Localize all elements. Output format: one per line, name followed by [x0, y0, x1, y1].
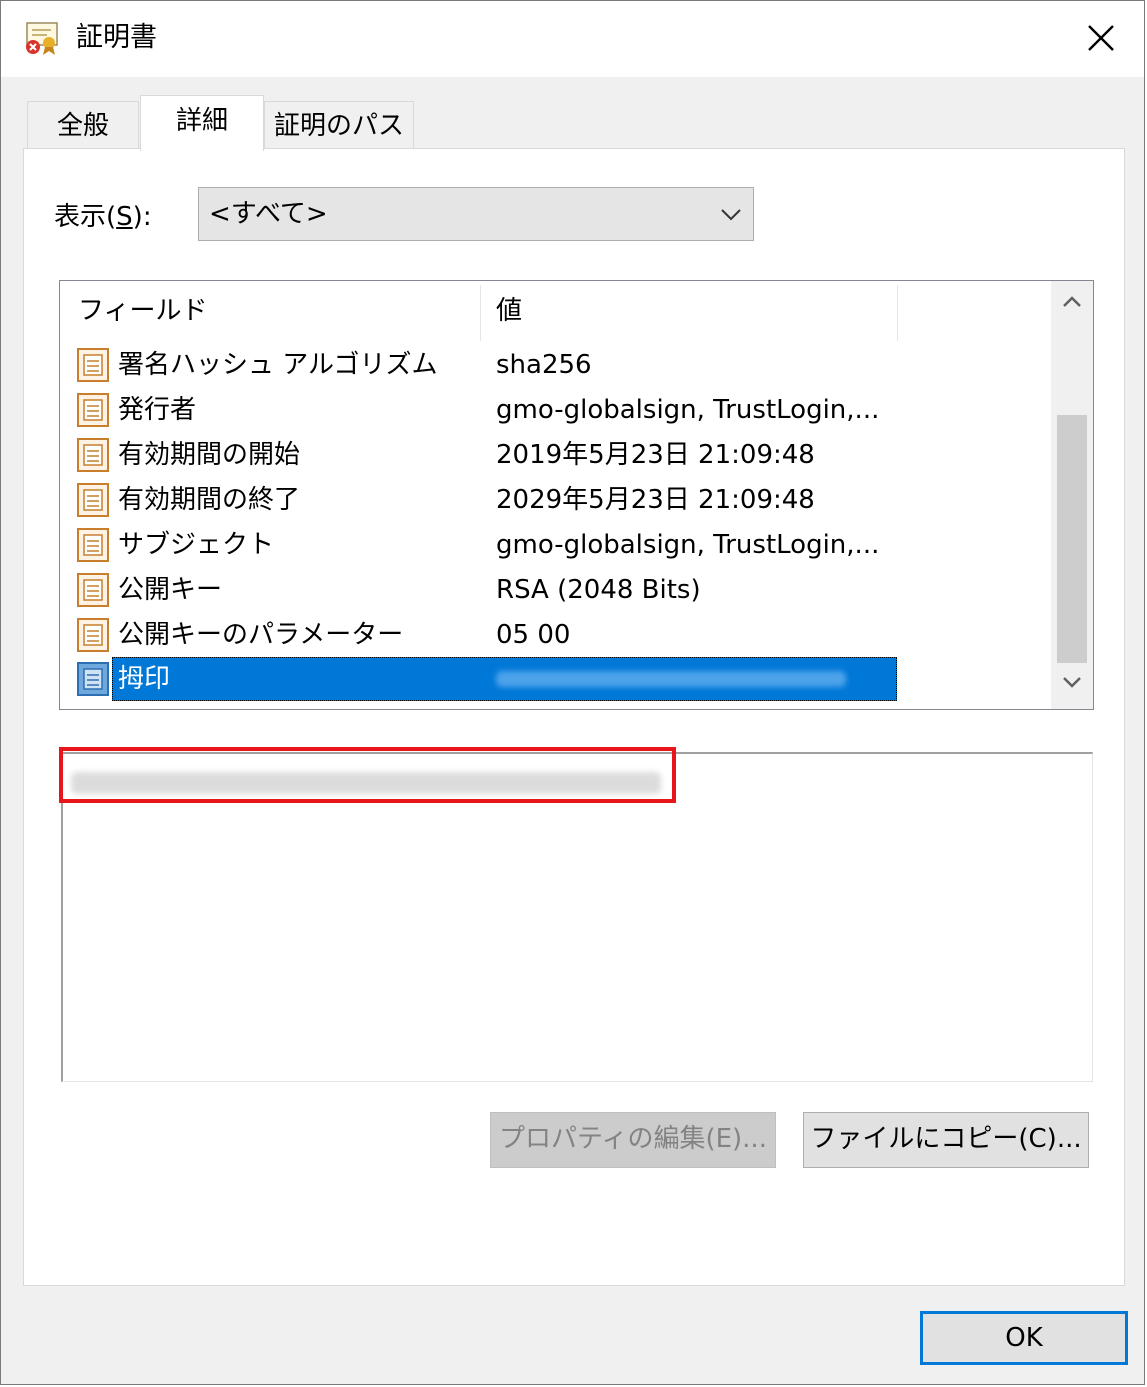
column-header-field[interactable]: フィールド	[78, 293, 207, 329]
field-value: RSA (2048 Bits)	[496, 575, 701, 605]
chevron-down-icon	[719, 202, 743, 230]
field-icon	[76, 572, 110, 608]
field-name: サブジェクト	[118, 530, 275, 560]
field-name: 有効期間の終了	[118, 485, 301, 515]
certificate-warning-icon	[23, 21, 63, 57]
field-icon	[76, 437, 110, 473]
table-row[interactable]: 公開キー RSA (2048 Bits)	[76, 568, 896, 612]
show-label-accesskey: S	[116, 202, 133, 232]
window-title: 証明書	[76, 22, 157, 53]
table-row[interactable]: 公開キーのパラメーター 05 00	[76, 613, 896, 657]
table-row[interactable]: 署名ハッシュ アルゴリズム sha256	[76, 343, 896, 387]
table-row[interactable]: 有効期間の終了 2029年5月23日 21:09:48	[76, 478, 896, 522]
title-bar: 証明書	[1, 1, 1144, 77]
scroll-thumb[interactable]	[1057, 415, 1087, 663]
tab-label: 詳細	[175, 106, 228, 136]
field-name: 署名ハッシュ アルゴリズム	[118, 350, 438, 380]
field-icon	[76, 527, 110, 563]
vertical-scrollbar[interactable]	[1051, 281, 1093, 709]
field-name: 拇印	[118, 664, 171, 694]
show-dropdown[interactable]: <すべて>	[198, 187, 754, 241]
copy-to-file-button[interactable]: ファイルにコピー(C)...	[803, 1112, 1089, 1168]
show-label-suffix: ):	[132, 202, 152, 232]
certificate-dialog: 証明書 全般 詳細 証明のパス 表示(S): <すべて> フィールド 値 署名ハ…	[0, 0, 1145, 1385]
column-divider[interactable]	[897, 285, 898, 341]
field-icon	[76, 617, 110, 653]
close-button[interactable]	[1074, 13, 1128, 63]
column-header-value[interactable]: 値	[496, 293, 522, 329]
details-panel: 表示(S): <すべて> フィールド 値 署名ハッシュ アルゴリズム sha25…	[23, 148, 1125, 1286]
show-dropdown-value: <すべて>	[209, 199, 328, 229]
chevron-down-icon	[1063, 677, 1081, 688]
close-icon	[1088, 25, 1114, 51]
scroll-up-button[interactable]	[1051, 291, 1093, 321]
annotation-highlight-box	[59, 747, 676, 803]
field-value: gmo-globalsign, TrustLogin,...	[496, 530, 880, 560]
list-header: フィールド 値	[60, 281, 1050, 341]
fields-list[interactable]: フィールド 値 署名ハッシュ アルゴリズム sha256 発行者 gmo-glo…	[59, 280, 1094, 710]
ok-button[interactable]: OK	[920, 1311, 1128, 1365]
table-row[interactable]: サブジェクト gmo-globalsign, TrustLogin,...	[76, 523, 896, 567]
tab-certification-path[interactable]: 証明のパス	[264, 101, 414, 149]
field-icon	[76, 392, 110, 428]
edit-properties-button[interactable]: プロパティの編集(E)...	[490, 1112, 776, 1168]
chevron-up-icon	[1063, 296, 1081, 307]
field-icon	[76, 661, 110, 697]
table-row-selected[interactable]: 拇印	[76, 657, 897, 701]
tab-details[interactable]: 詳細	[140, 95, 264, 151]
redacted-value	[496, 671, 846, 687]
field-value: gmo-globalsign, TrustLogin,...	[496, 395, 880, 425]
field-icon	[76, 482, 110, 518]
field-value: sha256	[496, 350, 592, 380]
field-value: 2019年5月23日 21:09:48	[496, 440, 815, 470]
field-name: 公開キーのパラメーター	[118, 620, 404, 650]
field-name: 公開キー	[118, 575, 223, 605]
show-label: 表示(S):	[54, 197, 152, 237]
tab-label: 全般	[56, 111, 109, 141]
tab-label: 証明のパス	[273, 111, 404, 141]
field-value: 05 00	[496, 620, 571, 650]
table-row[interactable]: 発行者 gmo-globalsign, TrustLogin,...	[76, 388, 896, 432]
scroll-down-button[interactable]	[1051, 671, 1093, 701]
field-name: 発行者	[118, 395, 197, 425]
field-value: 2029年5月23日 21:09:48	[496, 485, 815, 515]
field-icon	[76, 347, 110, 383]
table-row[interactable]: 有効期間の開始 2019年5月23日 21:09:48	[76, 433, 896, 477]
tab-general[interactable]: 全般	[27, 101, 139, 149]
show-label-prefix: 表示(	[54, 202, 117, 232]
column-divider[interactable]	[480, 285, 481, 341]
field-name: 有効期間の開始	[118, 440, 301, 470]
